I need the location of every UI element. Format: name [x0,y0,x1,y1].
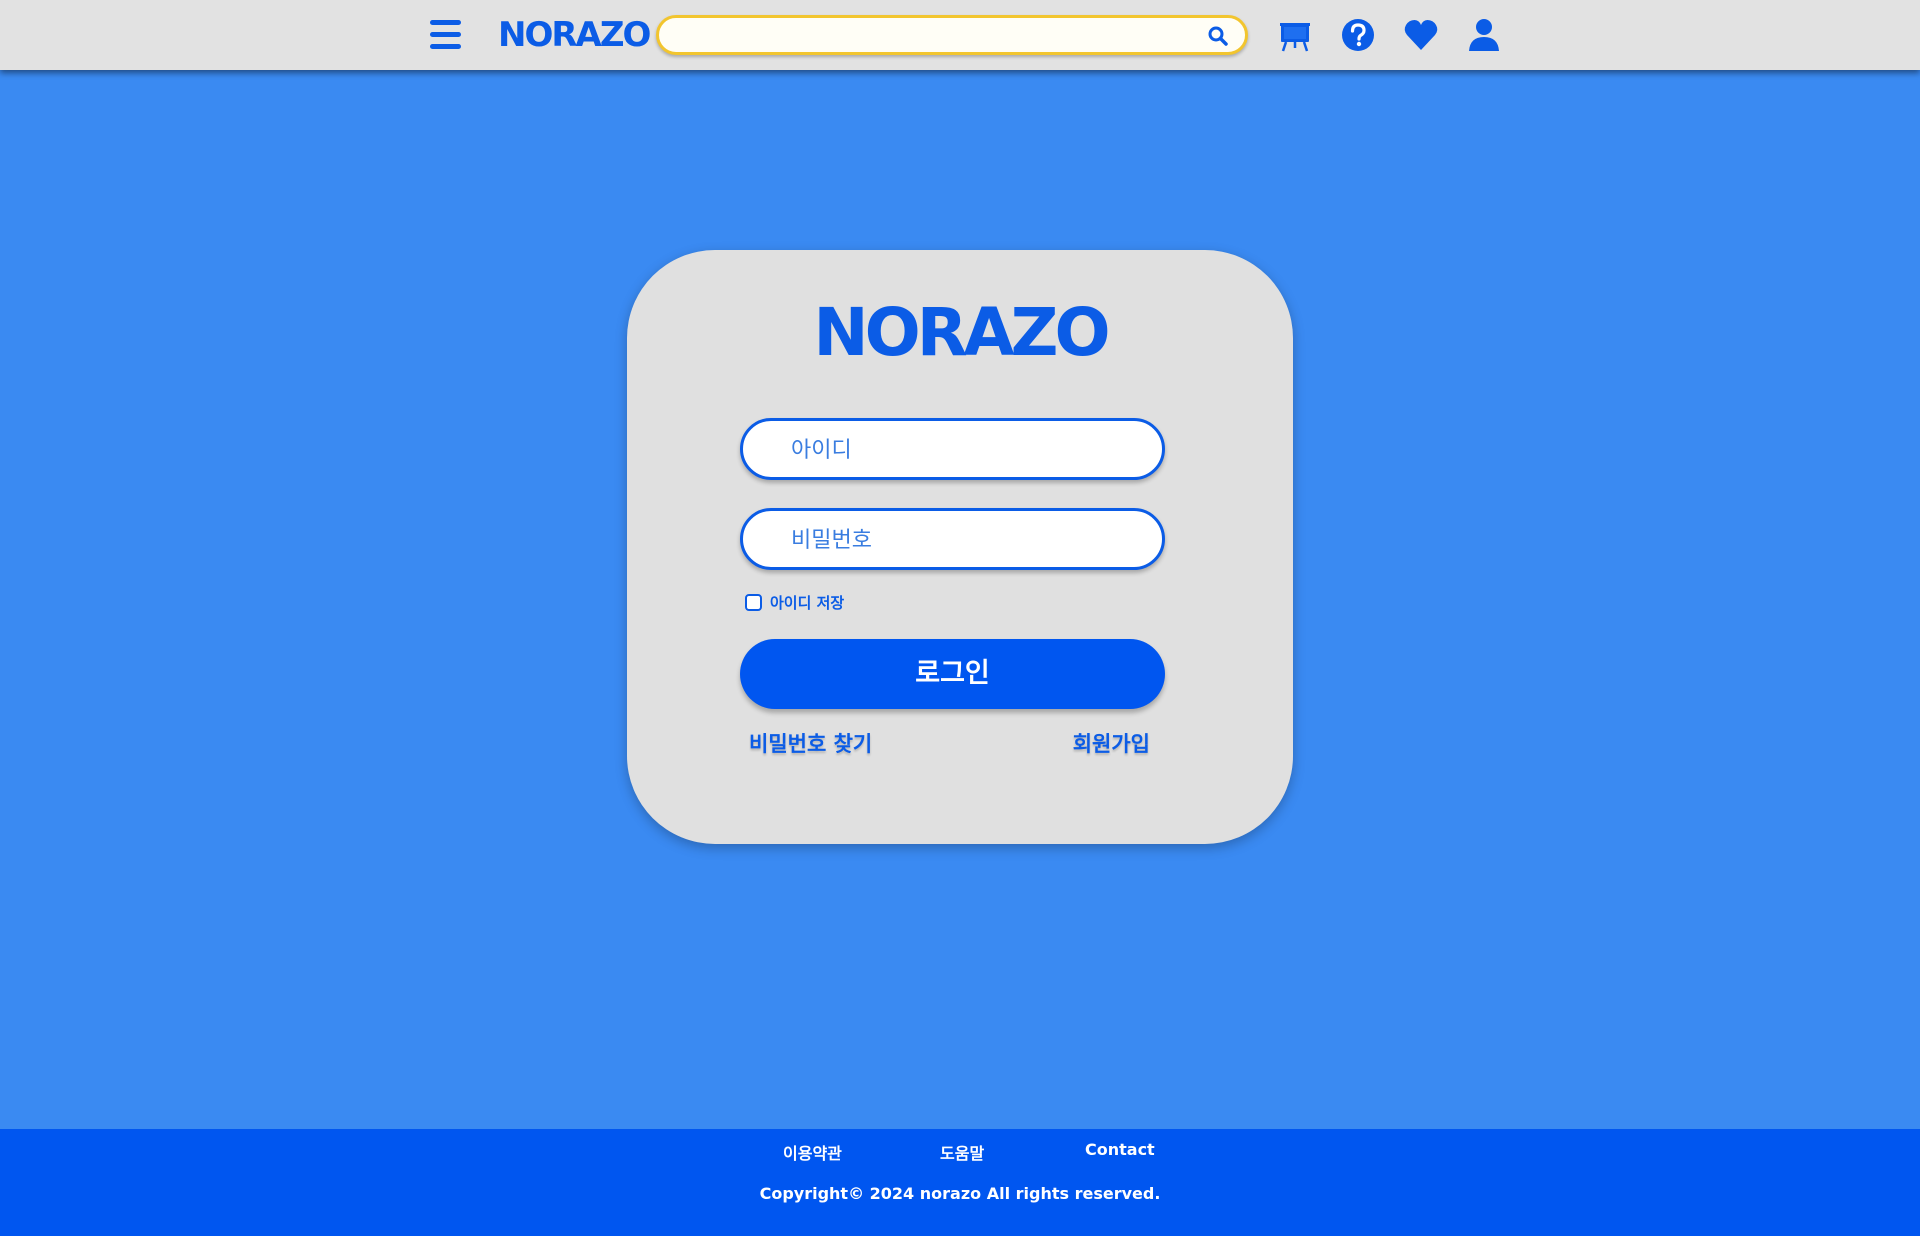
signup-link[interactable]: 회원가입 [1073,728,1150,758]
password-input[interactable] [789,511,1143,569]
search-icon[interactable] [1207,25,1229,47]
top-navigation-bar: NORAZO [0,0,1920,70]
heart-icon[interactable] [1401,15,1441,55]
remember-id-checkbox[interactable] [745,593,762,611]
menu-icon-bar [430,32,461,37]
login-logo: NORAZO [813,294,1110,371]
search-input[interactable] [677,18,1201,54]
menu-icon-bar [430,20,461,25]
menu-icon-bar [430,44,461,49]
password-field [740,508,1165,570]
find-password-link[interactable]: 비밀번호 찾기 [749,728,872,758]
footer: 이용약관 도움말 Contact Copyright© 2024 norazo … [0,1129,1920,1236]
login-card: NORAZO 아이디 저장 로그인 비밀번호 찾기 회원가입 [627,250,1293,844]
footer-link-help[interactable]: 도움말 [940,1140,984,1164]
menu-icon[interactable] [430,20,461,49]
search-box [656,15,1248,55]
remember-id-option[interactable]: 아이디 저장 [745,592,844,612]
remember-id-label: 아이디 저장 [770,593,845,612]
header-logo[interactable]: NORAZO [498,13,651,57]
user-icon[interactable] [1464,15,1504,55]
footer-link-contact[interactable]: Contact [1085,1140,1155,1159]
id-field [740,418,1165,480]
help-icon[interactable] [1338,15,1378,55]
login-button[interactable]: 로그인 [740,639,1165,709]
easel-icon[interactable] [1275,15,1315,55]
copyright-text: Copyright© 2024 norazo All rights reserv… [759,1184,1161,1203]
id-input[interactable] [789,421,1143,479]
footer-link-terms[interactable]: 이용약관 [783,1140,842,1164]
